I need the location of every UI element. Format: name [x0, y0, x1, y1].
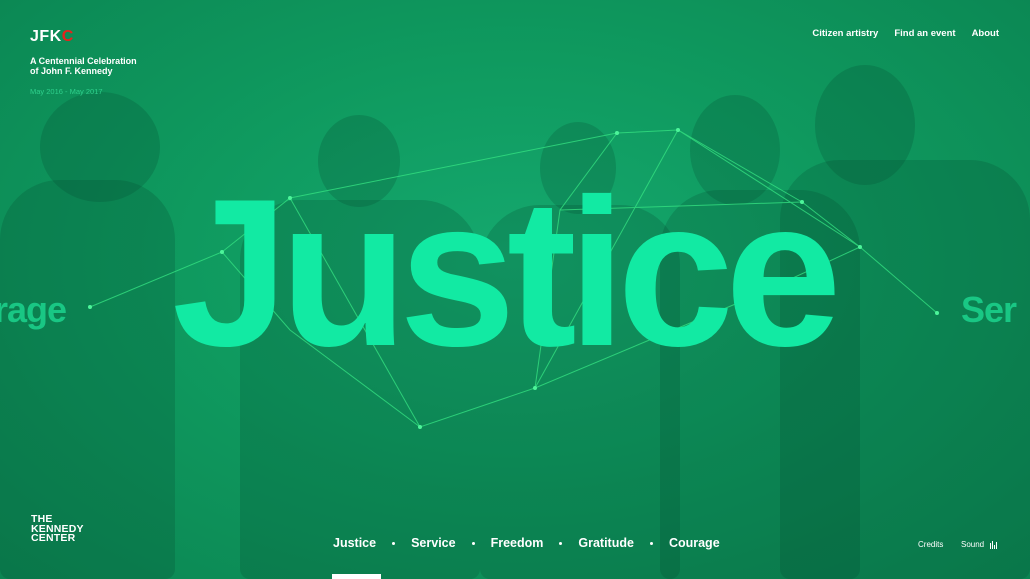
- credits-link[interactable]: Credits: [918, 540, 943, 549]
- values-nav: Justice Service Freedom Gratitude Courag…: [333, 536, 720, 550]
- separator-dot: [392, 541, 396, 545]
- celebration-dates: May 2016 - May 2017: [30, 87, 103, 96]
- nav-citizen-artistry[interactable]: Citizen artistry: [812, 28, 878, 39]
- kennedy-center-logo[interactable]: THE KENNEDY CENTER: [31, 514, 84, 544]
- separator-dot: [471, 541, 475, 545]
- value-tab-service[interactable]: Service: [411, 536, 455, 550]
- value-tab-courage[interactable]: Courage: [669, 536, 720, 550]
- value-tab-freedom[interactable]: Freedom: [491, 536, 544, 550]
- org-line-3: CENTER: [31, 532, 76, 544]
- site-subtitle: A Centennial Celebration of John F. Kenn…: [30, 56, 170, 76]
- hero-value-word: Justice: [172, 155, 842, 390]
- active-tab-indicator: [332, 574, 381, 579]
- top-nav: Citizen artistry Find an event About: [812, 28, 999, 39]
- sound-bars-icon: [990, 540, 998, 549]
- sound-label: Sound: [961, 540, 985, 549]
- logo-accent: C: [61, 28, 74, 45]
- subtitle-line-1: A Centennial Celebration: [30, 56, 137, 66]
- subtitle-line-2: of John F. Kennedy: [30, 66, 113, 76]
- jfkc-logo[interactable]: JFKC: [30, 28, 74, 46]
- separator-dot: [559, 541, 563, 545]
- separator-dot: [649, 541, 653, 545]
- nav-about[interactable]: About: [972, 28, 999, 39]
- value-tab-gratitude[interactable]: Gratitude: [578, 536, 634, 550]
- sound-toggle[interactable]: Sound: [961, 540, 998, 549]
- logo-main: JFK: [30, 28, 62, 45]
- nav-find-an-event[interactable]: Find an event: [894, 28, 955, 39]
- value-tab-justice[interactable]: Justice: [333, 536, 376, 550]
- next-value-peek[interactable]: Ser: [961, 289, 1017, 331]
- previous-value-peek[interactable]: rage: [0, 289, 67, 331]
